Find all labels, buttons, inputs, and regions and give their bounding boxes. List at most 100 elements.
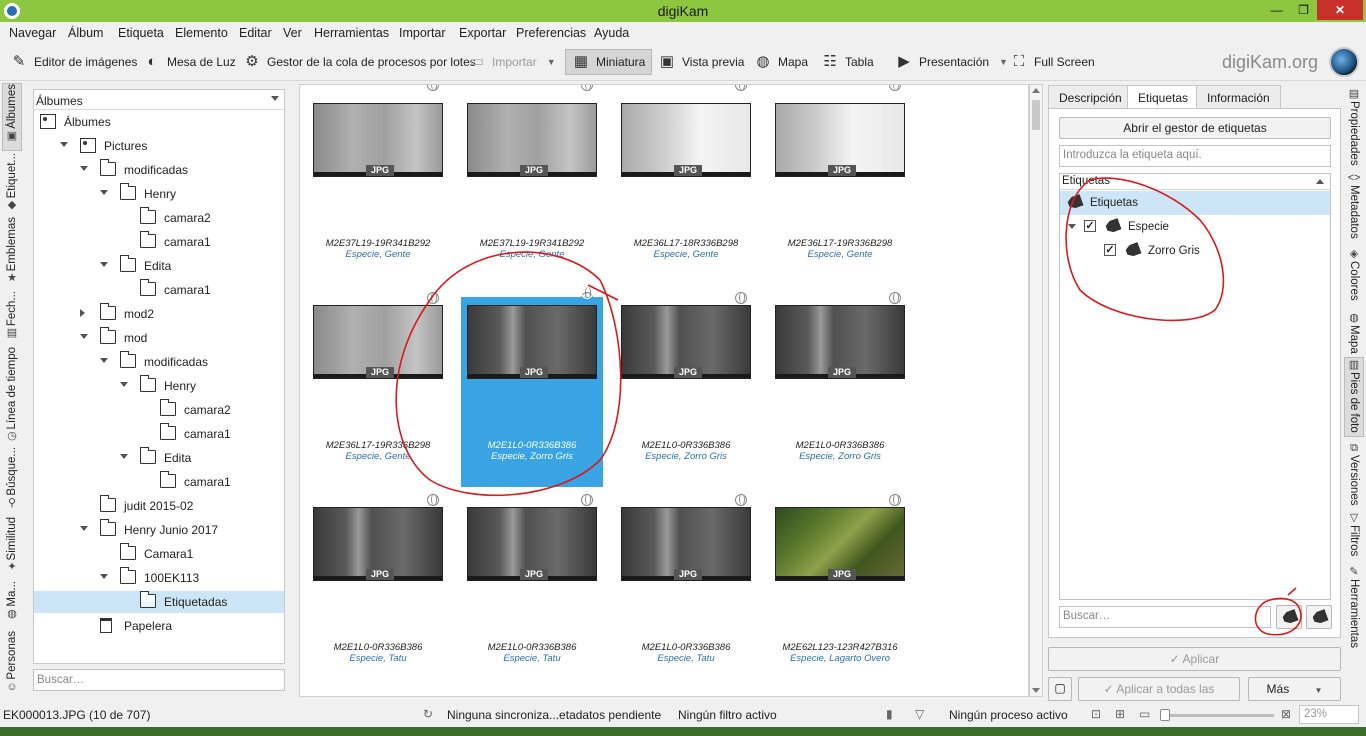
- thumbnail-image[interactable]: JPG: [621, 103, 751, 177]
- thumbnail-image[interactable]: JPG: [313, 305, 443, 379]
- thumbnail-image[interactable]: JPG: [313, 103, 443, 177]
- album-tree-row[interactable]: modificadas: [34, 159, 284, 181]
- thumbnail-image[interactable]: JPG: [621, 507, 751, 581]
- thumbnail-image[interactable]: JPG: [775, 103, 905, 177]
- album-tree-row[interactable]: Pictures: [34, 135, 284, 157]
- album-tree-row[interactable]: Etiquetadas: [34, 591, 284, 613]
- tab-properties[interactable]: ▤ Propiedades: [1344, 87, 1364, 167]
- chevron-down-icon[interactable]: [100, 190, 108, 195]
- chevron-down-icon[interactable]: [1068, 224, 1076, 229]
- thumbnail-image[interactable]: JPG: [467, 103, 597, 177]
- thumbnail-image[interactable]: JPG: [313, 507, 443, 581]
- thumbnail-item[interactable]: JPG M2E1L0-0R336B386 Especie, Tatu: [615, 499, 757, 689]
- tag-tree-header[interactable]: Etiquetas: [1060, 174, 1330, 190]
- tab-search[interactable]: Búsque... ⚲: [2, 447, 22, 513]
- tab-colors[interactable]: ◈ Colores: [1344, 247, 1364, 307]
- more-button[interactable]: Más ▼: [1248, 677, 1341, 701]
- album-panel-header[interactable]: Álbumes: [34, 90, 284, 110]
- zoom-in-icon[interactable]: ⊠: [1281, 708, 1293, 720]
- thumbnail-item[interactable]: JPG M2E1L0-0R336B386 Especie, Zorro Gris: [615, 297, 757, 506]
- chevron-down-icon[interactable]: [120, 382, 128, 387]
- minimize-button[interactable]: —: [1263, 0, 1290, 20]
- menu-etiqueta[interactable]: Etiqueta: [118, 26, 164, 40]
- thumbnail-item[interactable]: JPG M2E1L0-0R336B386 Especie, Zorro Gris: [769, 297, 911, 506]
- tab-albums[interactable]: Álbumes ▣: [2, 83, 22, 151]
- assign-tag-button[interactable]: [1276, 605, 1302, 629]
- thumbnail-item[interactable]: JPG M2E36L17-18R336B298 Especie, Gente: [615, 95, 757, 304]
- preview-view-button[interactable]: ▣ Vista previa: [658, 49, 745, 75]
- menu-importar[interactable]: Importar: [399, 26, 446, 40]
- scroll-down-icon[interactable]: [1032, 688, 1040, 693]
- image-editor-button[interactable]: ✎ Editor de imágenes: [10, 49, 138, 75]
- album-tree-row[interactable]: camara2: [34, 207, 284, 229]
- album-tree-row[interactable]: Henry Junio 2017: [34, 519, 284, 541]
- zoom-slider[interactable]: [1160, 709, 1278, 721]
- tab-timeline[interactable]: Línea de tiempo ◷: [2, 347, 22, 443]
- thumbnail-item[interactable]: JPG M2E37L19-19R341B292 Especie, Gente: [307, 95, 449, 304]
- album-tree-row[interactable]: Papelera: [34, 615, 284, 637]
- album-tree-row[interactable]: Camara1: [34, 543, 284, 565]
- menu-exportar[interactable]: Exportar: [459, 26, 506, 40]
- menu-navegar[interactable]: Navegar: [9, 26, 56, 40]
- zoom-input[interactable]: 23%: [1299, 705, 1359, 724]
- tag-entry-input[interactable]: Introduzca la etiqueta aquí.: [1059, 145, 1331, 167]
- zoom-out-icon[interactable]: ▭: [1139, 708, 1151, 720]
- album-tree-row[interactable]: camara1: [34, 231, 284, 253]
- tab-similarity[interactable]: Similitud ✦: [2, 517, 22, 577]
- chevron-down-icon[interactable]: [80, 334, 88, 339]
- menu-elemento[interactable]: Elemento: [175, 26, 228, 40]
- tab-metadata[interactable]: <> Metadatos: [1344, 171, 1364, 243]
- tab-description[interactable]: Descripción: [1048, 85, 1133, 109]
- thumbnail-item[interactable]: JPG M2E1L0-0R336B386 Especie, Tatu: [307, 499, 449, 689]
- album-tree-row[interactable]: 100EK113: [34, 567, 284, 589]
- thumbnail-image[interactable]: JPG: [467, 507, 597, 581]
- import-button[interactable]: ▭ Importar ▼: [468, 49, 556, 75]
- zoom-fit-icon[interactable]: ⊡: [1091, 708, 1103, 720]
- tag-search-input[interactable]: Buscar…: [1059, 606, 1271, 628]
- zorro-gris-checkbox[interactable]: ✓: [1104, 244, 1116, 256]
- thumbnail-item[interactable]: JPG M2E62L123-123R427B316 Especie, Lagarto…: [769, 499, 911, 689]
- album-tree-row[interactable]: Henry: [34, 375, 284, 397]
- tab-information[interactable]: Información: [1196, 85, 1281, 109]
- tag-settings-button[interactable]: [1306, 605, 1332, 629]
- tab-filters[interactable]: ▽ Filtros: [1344, 511, 1364, 561]
- thumbnail-image[interactable]: JPG: [775, 305, 905, 379]
- close-button[interactable]: ✕: [1317, 0, 1363, 20]
- menu-editar[interactable]: Editar: [239, 26, 272, 40]
- album-tree-row[interactable]: camara1: [34, 471, 284, 493]
- batch-queue-button[interactable]: ⚙ Gestor de la cola de procesos por lote…: [243, 49, 476, 75]
- trash-icon[interactable]: ▮: [886, 708, 898, 720]
- scrollbar-thumb[interactable]: [1032, 100, 1040, 130]
- chevron-down-icon[interactable]: [80, 166, 88, 171]
- menu-album[interactable]: Álbum: [68, 26, 103, 40]
- thumbnail-image[interactable]: JPG: [621, 305, 751, 379]
- light-table-button[interactable]: ◐ Mesa de Luz: [143, 49, 235, 75]
- album-tree-row[interactable]: camara1: [34, 423, 284, 445]
- album-tree-row[interactable]: Edita: [34, 255, 284, 277]
- thumbnail-item[interactable]: JPG M2E1L0-0R336B386 Especie, Zorro Gris: [461, 297, 603, 506]
- tab-tools[interactable]: ✎ Herramientas: [1344, 565, 1364, 649]
- chevron-down-icon[interactable]: [120, 454, 128, 459]
- tab-versions[interactable]: ⧉ Versiones: [1344, 441, 1364, 507]
- open-tag-manager-button[interactable]: Abrir el gestor de etiquetas: [1059, 117, 1331, 139]
- tab-map-right[interactable]: ◍ Mapa: [1344, 311, 1364, 359]
- especie-checkbox[interactable]: ✓: [1084, 220, 1096, 232]
- tag-root-row[interactable]: Etiquetas: [1060, 191, 1330, 215]
- chevron-down-icon[interactable]: [100, 358, 108, 363]
- menu-ver[interactable]: Ver: [283, 26, 302, 40]
- album-tree-row[interactable]: mod2: [34, 303, 284, 325]
- chevron-down-icon[interactable]: [100, 574, 108, 579]
- tab-tags-editor[interactable]: Etiquetas: [1127, 85, 1200, 109]
- thumbnail-item[interactable]: JPG M2E36L17-19R336B298 Especie, Gente: [307, 297, 449, 506]
- thumbnail-image[interactable]: JPG: [467, 305, 597, 379]
- album-tree-row[interactable]: Henry: [34, 183, 284, 205]
- menu-preferencias[interactable]: Preferencias: [516, 26, 586, 40]
- apply-all-versions-button[interactable]: ✓ Aplicar a todas las versiones: [1078, 677, 1240, 718]
- album-tree-row[interactable]: Edita: [34, 447, 284, 469]
- revert-button[interactable]: ▢: [1048, 677, 1072, 701]
- menu-ayuda[interactable]: Ayuda: [594, 26, 629, 40]
- tag-especie-row[interactable]: ✓ Especie: [1060, 215, 1330, 239]
- fullscreen-button[interactable]: ⛶ Full Screen: [1010, 49, 1095, 75]
- album-tree-row[interactable]: mod: [34, 327, 284, 349]
- tab-dates[interactable]: Fech... ▤: [2, 291, 22, 343]
